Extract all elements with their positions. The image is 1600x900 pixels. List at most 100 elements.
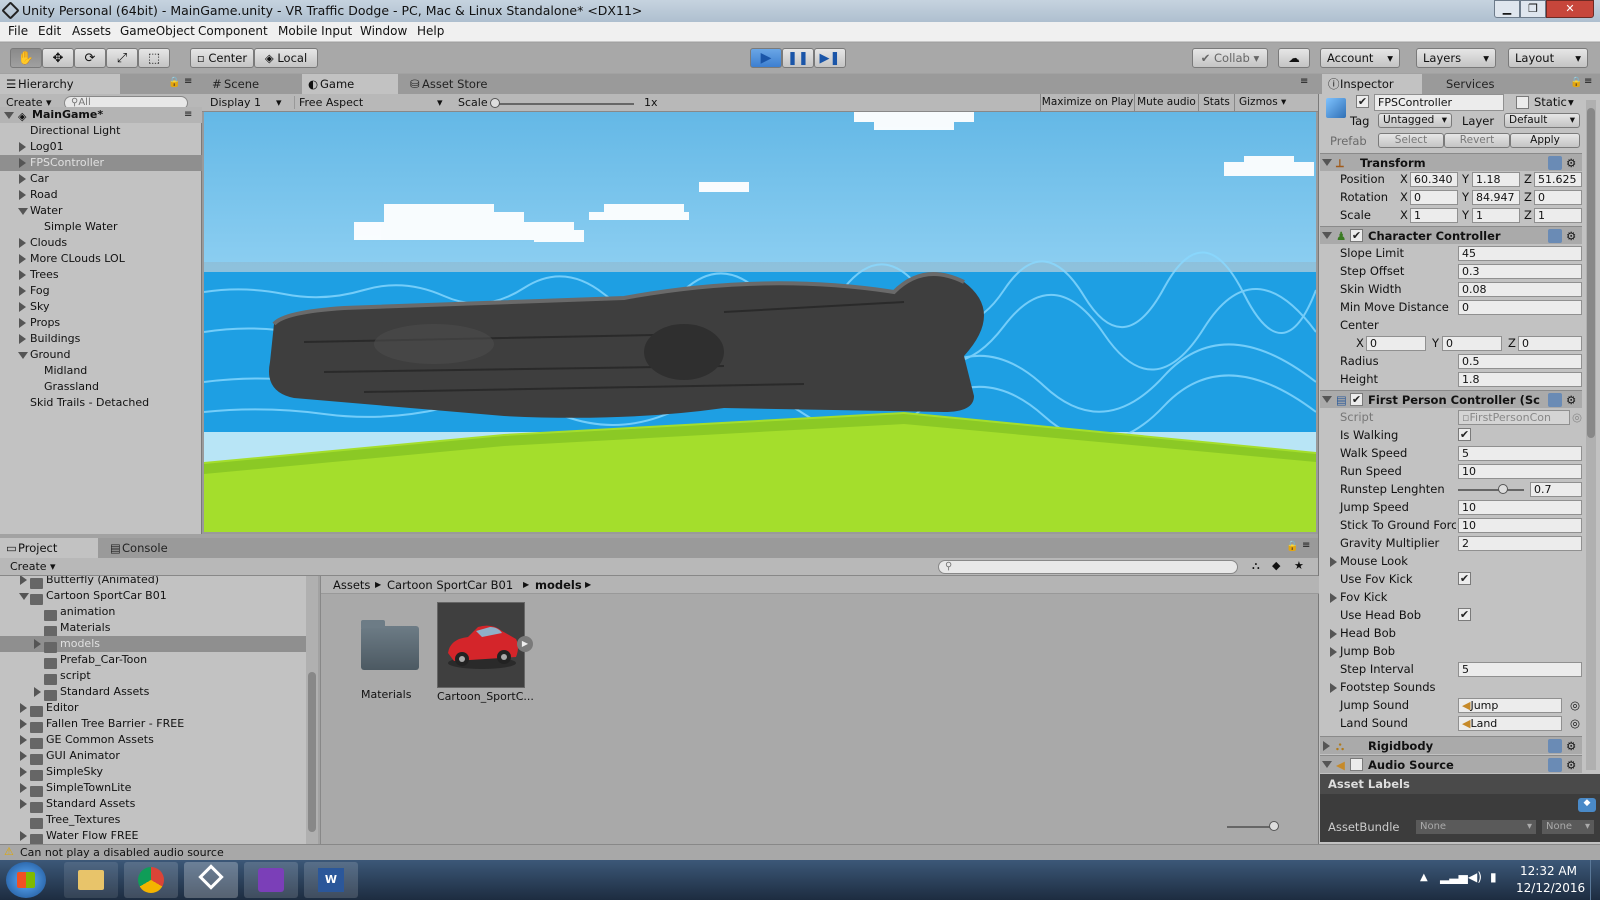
jump-speed-field[interactable]: 10 [1458,500,1582,515]
mute-audio-toggle[interactable]: Mute audio [1134,94,1198,111]
center-x-field[interactable]: 0 [1366,336,1426,351]
footstep-sounds-label[interactable]: Footstep Sounds [1340,680,1436,694]
character-controller-header[interactable]: ♟ ✔ Character Controller ⚙ [1320,226,1582,244]
hierarchy-item-fog[interactable]: Fog [0,283,202,299]
expand-arrow-icon[interactable] [1323,741,1330,751]
project-tree-scrollbar[interactable] [306,576,318,844]
tree-item-script[interactable]: script [0,668,318,685]
project-search-input[interactable]: ⚲ [938,560,1238,574]
taskbar-chrome[interactable] [124,862,178,898]
expand-arrow-icon[interactable] [19,238,26,248]
scene-menu-icon[interactable]: ≡ [184,107,192,123]
height-field[interactable]: 1.8 [1458,372,1582,387]
expand-arrow-icon[interactable] [19,142,26,152]
menu-gameobject[interactable]: GameObject [120,24,195,38]
object-name-input[interactable]: FPSController [1374,94,1504,111]
tab-project[interactable]: ▭ Project [0,538,98,558]
runstep-slider-thumb[interactable] [1498,484,1508,494]
tree-item-materials[interactable]: Materials [0,620,318,637]
jump-sound-field[interactable]: ◀Jump [1458,698,1562,713]
menu-edit[interactable]: Edit [38,24,61,38]
help-icon[interactable] [1548,739,1562,753]
volume-icon[interactable]: ◀) [1468,870,1482,884]
clock-time[interactable]: 12:32 AM [1520,864,1577,878]
rotation-x-field[interactable]: 0 [1410,190,1458,205]
hierarchy-item-directional-light[interactable]: Directional Light [0,123,202,139]
gravity-multiplier-field[interactable]: 2 [1458,536,1582,551]
hierarchy-item-road[interactable]: Road [0,187,202,203]
gear-icon[interactable]: ⚙ [1566,737,1576,755]
stats-toggle[interactable]: Stats [1198,94,1234,111]
expand-prefab-icon[interactable]: ▶ [517,636,533,652]
scale-tool-button[interactable]: ⤢ [106,48,138,68]
hierarchy-item-midland[interactable]: Midland [0,363,202,379]
tree-item-butterfly[interactable]: Butterfly (Animated) [0,576,318,589]
hierarchy-item-grassland[interactable]: Grassland [0,379,202,395]
radius-field[interactable]: 0.5 [1458,354,1582,369]
expand-arrow-icon[interactable] [18,208,28,215]
breadcrumb-assets[interactable]: Assets [333,576,370,594]
slope-limit-field[interactable]: 45 [1458,246,1582,261]
panel-menu-icon[interactable]: ≡ [184,76,192,87]
expand-arrow-icon[interactable] [20,719,27,729]
min-move-distance-field[interactable]: 0 [1458,300,1582,315]
expand-arrow-icon[interactable] [19,286,26,296]
lock-icon[interactable]: 🔒 [1286,541,1298,552]
game-viewport[interactable] [204,112,1316,532]
hierarchy-item-fpscontroller[interactable]: FPSController [0,155,202,171]
help-icon[interactable] [1548,758,1562,772]
scale-x-field[interactable]: 1 [1410,208,1458,223]
asset-variant-dropdown[interactable]: None ▾ [1542,820,1594,834]
expand-arrow-icon[interactable] [19,254,26,264]
rigidbody-header[interactable]: ⛬ Rigidbody ⚙ [1320,736,1582,754]
expand-arrow-icon[interactable] [1322,159,1332,166]
expand-arrow-icon[interactable] [19,318,26,328]
stick-to-ground-field[interactable]: 10 [1458,518,1582,533]
taskbar-word[interactable]: W [304,862,358,898]
tree-item-ge-common[interactable]: GE Common Assets [0,732,318,749]
pause-button[interactable]: ❚❚ [782,48,814,68]
expand-arrow-icon[interactable] [19,302,26,312]
cloud-button[interactable]: ☁ [1278,48,1310,68]
step-interval-field[interactable]: 5 [1458,662,1582,677]
status-message[interactable]: Can not play a disabled audio source [20,846,224,859]
center-y-field[interactable]: 0 [1442,336,1502,351]
menu-assets[interactable]: Assets [72,24,111,38]
runstep-slider-track[interactable] [1458,489,1524,491]
expand-arrow-icon[interactable] [1322,232,1332,239]
expand-arrow-icon[interactable] [1330,593,1337,603]
static-dropdown-arrow-icon[interactable]: ▾ [1568,95,1574,109]
mouse-look-label[interactable]: Mouse Look [1340,554,1408,568]
expand-arrow-icon[interactable] [19,158,26,168]
jump-bob-label[interactable]: Jump Bob [1340,644,1395,658]
favorite-star-icon[interactable]: ★ [1294,559,1304,572]
menu-help[interactable]: Help [417,24,444,38]
expand-arrow-icon[interactable] [19,593,29,600]
breadcrumb-cartoon-sportcar[interactable]: Cartoon SportCar B01 [387,576,513,594]
hierarchy-item-car[interactable]: Car [0,171,202,187]
help-icon[interactable] [1548,393,1562,407]
is-walking-checkbox[interactable]: ✔ [1458,428,1471,441]
maximize-on-play-toggle[interactable]: Maximize on Play [1040,94,1134,111]
position-y-field[interactable]: 1.18 [1472,172,1520,187]
tree-item-gui-animator[interactable]: GUI Animator [0,748,318,765]
lock-icon[interactable]: 🔒 [168,77,180,88]
tree-item-standard-assets[interactable]: Standard Assets [0,796,318,813]
hierarchy-item-water[interactable]: Water [0,203,202,219]
move-tool-button[interactable]: ✥ [42,48,74,68]
head-bob-label[interactable]: Head Bob [1340,626,1396,640]
scale-slider-thumb[interactable] [490,98,500,108]
rotate-tool-button[interactable]: ⟳ [74,48,106,68]
hierarchy-item-more-clouds[interactable]: More CLouds LOL [0,251,202,267]
hierarchy-item-trees[interactable]: Trees [0,267,202,283]
rect-tool-button[interactable]: ⬚ [138,48,170,68]
tree-item-prefab-car-toon[interactable]: Prefab_Car-Toon [0,652,318,669]
hierarchy-item-buildings[interactable]: Buildings [0,331,202,347]
scale-z-field[interactable]: 1 [1534,208,1582,223]
gear-icon[interactable]: ⚙ [1566,154,1576,172]
layout-dropdown[interactable]: Layout ▾ [1508,48,1588,68]
hierarchy-item-sky[interactable]: Sky [0,299,202,315]
breadcrumb-models[interactable]: models [535,576,582,594]
hierarchy-item-clouds[interactable]: Clouds [0,235,202,251]
collab-button[interactable]: ✔ Collab ▾ [1192,48,1268,68]
